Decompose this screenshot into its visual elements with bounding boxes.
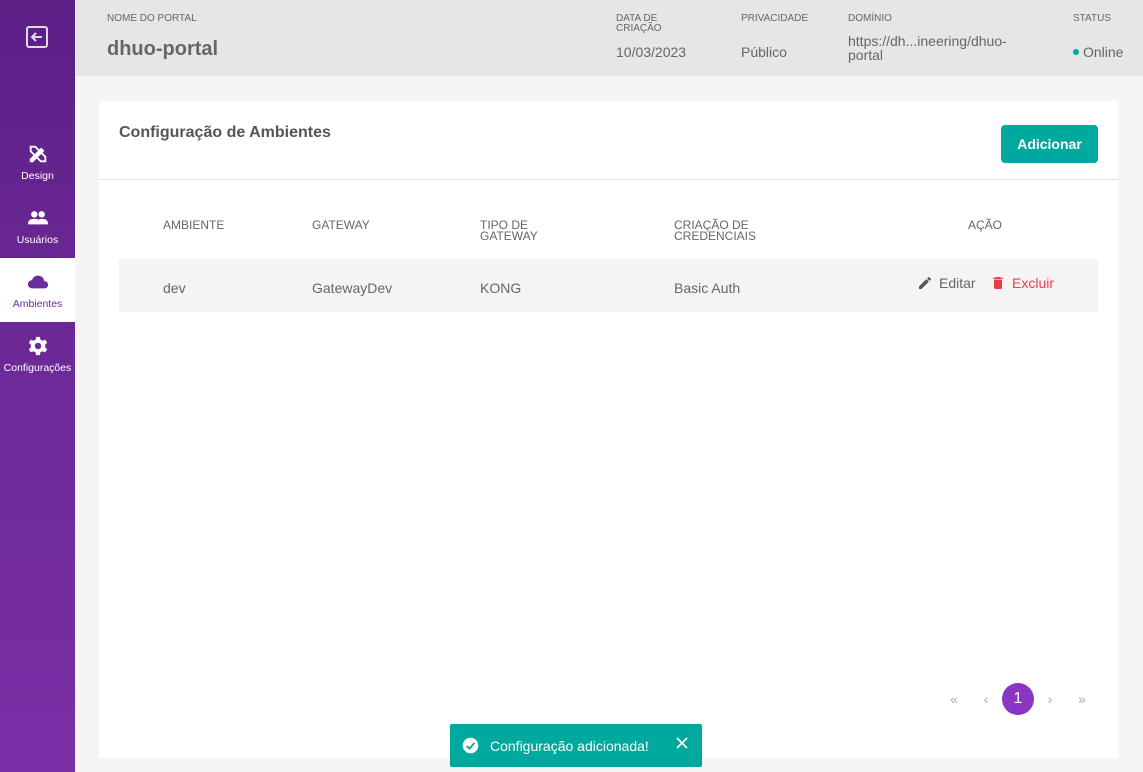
sidebar-item-users[interactable]: Usuários	[0, 194, 75, 258]
gear-icon	[28, 336, 47, 355]
column-header-acao: AÇÃO	[968, 218, 1003, 232]
check-circle-icon	[462, 737, 479, 754]
close-icon[interactable]	[676, 737, 688, 749]
pencil-icon	[919, 277, 931, 289]
portal-header: NOME DO PORTAL dhuo-portal DATA DE CRIAÇ…	[75, 0, 1143, 76]
creation-date-label-2: CRIAÇÃO	[616, 23, 662, 34]
users-icon	[27, 210, 48, 224]
domain-value-line1: https://dh...ineering/dhuo-	[848, 33, 1007, 49]
domain-value-line2: portal	[848, 47, 884, 63]
column-header-ambiente: AMBIENTE	[163, 218, 225, 232]
column-header-tipo-line2: GATEWAY	[480, 229, 538, 243]
sidebar-item-design[interactable]: Design	[0, 130, 75, 194]
cell-gateway: GatewayDev	[312, 280, 393, 296]
status-label: STATUS	[1073, 13, 1111, 24]
trash-icon	[993, 277, 1003, 289]
column-header-cred-line2: CREDENCIAIS	[674, 229, 757, 243]
domain-label: DOMÍNIO	[848, 13, 892, 24]
sidebar-item-label: Usuários	[16, 233, 59, 246]
delete-button[interactable]: Excluir	[990, 275, 1054, 291]
pagination-prev[interactable]: ‹	[970, 683, 1002, 715]
status-badge: Online	[1073, 45, 1123, 59]
cell-tipo-gateway: KONG	[480, 280, 522, 296]
portal-name: dhuo-portal	[107, 38, 219, 60]
edit-label: Editar	[939, 275, 976, 291]
privacy-value: Público	[741, 44, 787, 60]
sidebar-item-label: Configurações	[3, 361, 72, 374]
sidebar: Design Usuários Ambientes Configurações	[0, 0, 75, 772]
design-tools-icon	[29, 145, 46, 162]
status-text: Online	[1083, 44, 1124, 60]
column-header-tipo-gateway: TIPO DE GATEWAY	[480, 219, 538, 243]
sidebar-item-ambientes[interactable]: Ambientes	[0, 258, 75, 322]
pagination-next[interactable]: ›	[1034, 683, 1066, 715]
sidebar-item-configuracoes[interactable]: Configurações	[0, 322, 75, 386]
edit-button[interactable]: Editar	[917, 275, 976, 291]
pagination-first[interactable]: «	[938, 683, 970, 715]
cell-ambiente: dev	[163, 280, 186, 296]
privacy-label: PRIVACIDADE	[741, 13, 809, 24]
pagination-page-1[interactable]: 1	[1002, 683, 1034, 715]
card-title: Configuração de Ambientes	[119, 124, 331, 141]
add-button[interactable]: Adicionar	[1001, 125, 1098, 163]
toast-message: Configuração adicionada!	[490, 737, 649, 754]
creation-date: 10/03/2023	[616, 44, 687, 60]
sidebar-item-label: Design	[21, 169, 54, 182]
exit-icon[interactable]	[24, 24, 50, 50]
cloud-icon	[27, 275, 48, 288]
sidebar-item-label: Ambientes	[12, 297, 63, 310]
cell-credenciais: Basic Auth	[674, 280, 741, 296]
portal-name-label: NOME DO PORTAL	[107, 13, 197, 24]
status-dot-icon	[1073, 49, 1079, 56]
column-header-gateway: GATEWAY	[312, 218, 370, 232]
divider	[99, 179, 1118, 180]
environments-card: Configuração de Ambientes Adicionar AMBI…	[99, 101, 1118, 758]
success-toast: Configuração adicionada!	[450, 724, 702, 767]
delete-label: Excluir	[1012, 275, 1055, 291]
pagination-last[interactable]: »	[1066, 683, 1098, 715]
column-header-credenciais: CRIAÇÃO DE CREDENCIAIS	[674, 219, 757, 243]
